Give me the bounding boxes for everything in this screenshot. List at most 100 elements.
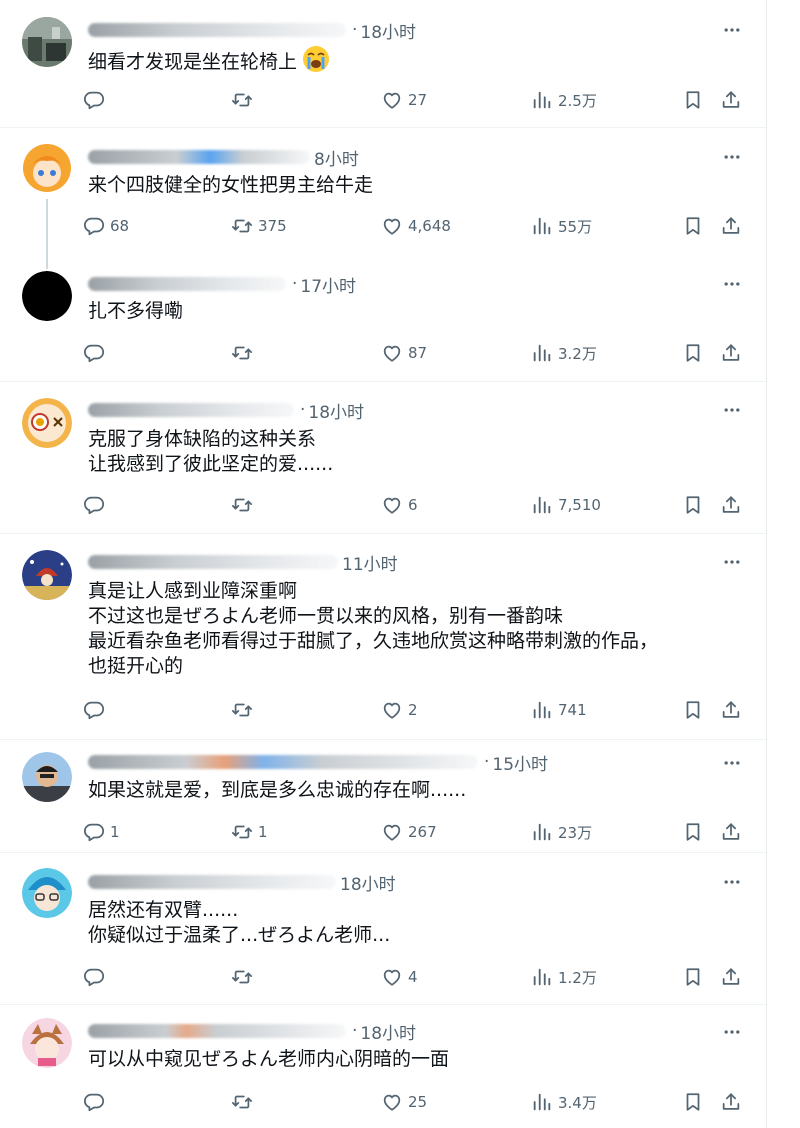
timestamp[interactable]: 18小时 — [340, 870, 396, 895]
like-button[interactable]: 2 — [381, 696, 418, 724]
reply-button[interactable] — [83, 339, 110, 367]
reply-item[interactable]: · 18小时 细看才发现是坐在轮椅上 27 2.5万 — [0, 0, 766, 128]
views-button[interactable]: 3.2万 — [531, 339, 597, 367]
timestamp[interactable]: 8小时 — [314, 145, 359, 170]
reply-text-line: 可以从中窥见ぜろよん老师内心阴暗的一面 — [88, 1048, 450, 1070]
reply-button[interactable] — [83, 491, 110, 519]
more-options-button[interactable] — [716, 872, 748, 892]
reply-button[interactable] — [83, 696, 110, 724]
reply-button[interactable]: 1 — [83, 818, 120, 846]
avatar[interactable] — [22, 271, 72, 321]
retweet-icon — [231, 821, 253, 843]
timestamp[interactable]: 18小时 — [360, 1019, 416, 1044]
reply-item[interactable]: 8小时 来个四肢健全的女性把男主给牛走 68 375 4,648 55万 — [0, 128, 766, 255]
reply-text: 细看才发现是坐在轮椅上 — [88, 44, 746, 75]
reply-text: 扎不多得嘞 — [88, 299, 746, 324]
reply-icon — [83, 215, 105, 237]
more-options-button[interactable] — [716, 274, 748, 294]
reply-item[interactable]: · 18小时 可以从中窥见ぜろよん老师内心阴暗的一面 25 3.4万 — [0, 1005, 766, 1128]
share-button[interactable] — [720, 818, 742, 846]
username-blurred[interactable] — [88, 555, 338, 569]
avatar[interactable] — [22, 752, 72, 802]
views-button[interactable]: 1.2万 — [531, 963, 597, 991]
bookmark-button[interactable] — [682, 818, 704, 846]
share-button[interactable] — [720, 86, 742, 114]
retweet-button[interactable]: 375 — [231, 212, 287, 240]
heart-icon — [381, 342, 403, 364]
like-button[interactable]: 267 — [381, 818, 437, 846]
username-blurred[interactable] — [88, 755, 478, 769]
views-button[interactable]: 55万 — [531, 212, 592, 240]
username-blurred[interactable] — [88, 1024, 346, 1038]
bookmark-button[interactable] — [682, 339, 704, 367]
username-blurred[interactable] — [88, 150, 310, 164]
action-bar: 2 741 — [83, 696, 753, 724]
action-bar: 27 2.5万 — [83, 86, 753, 114]
retweet-button[interactable] — [231, 339, 258, 367]
retweet-button[interactable] — [231, 1088, 258, 1116]
retweet-button[interactable] — [231, 696, 258, 724]
share-button[interactable] — [720, 963, 742, 991]
avatar[interactable] — [22, 1018, 72, 1068]
reply-item[interactable]: 18小时 居然还有双臂...... 你疑似过于温柔了...ぜろよん老师... 4… — [0, 853, 766, 1005]
timestamp[interactable]: 18小时 — [308, 398, 364, 423]
more-options-button[interactable] — [716, 400, 748, 420]
more-options-button[interactable] — [716, 753, 748, 773]
reply-button[interactable] — [83, 86, 110, 114]
bookmark-button[interactable] — [682, 1088, 704, 1116]
username-blurred[interactable] — [88, 23, 346, 37]
loudly-crying-face-emoji — [303, 46, 330, 72]
reply-item[interactable]: · 15小时 如果这就是爱，到底是多么忠诚的存在啊...... 1 1 267 … — [0, 740, 766, 853]
bookmark-button[interactable] — [682, 491, 704, 519]
more-options-button[interactable] — [716, 20, 748, 40]
reply-item[interactable]: · 18小时 克服了身体缺陷的这种关系 让我感到了彼此坚定的爱...... 6 … — [0, 382, 766, 534]
username-blurred[interactable] — [88, 277, 286, 291]
more-options-button[interactable] — [716, 552, 748, 572]
bookmark-icon — [682, 342, 704, 364]
like-button[interactable]: 4 — [381, 963, 418, 991]
retweet-button[interactable] — [231, 491, 258, 519]
views-button[interactable]: 23万 — [531, 818, 592, 846]
more-options-button[interactable] — [716, 147, 748, 167]
username-blurred[interactable] — [88, 403, 294, 417]
reply-button[interactable] — [83, 1088, 110, 1116]
like-button[interactable]: 87 — [381, 339, 427, 367]
bookmark-button[interactable] — [682, 86, 704, 114]
retweet-button[interactable] — [231, 963, 258, 991]
bookmark-button[interactable] — [682, 963, 704, 991]
share-button[interactable] — [720, 339, 742, 367]
share-button[interactable] — [720, 696, 742, 724]
reply-item[interactable]: · 17小时 扎不多得嘞 87 3.2万 — [0, 255, 766, 382]
share-button[interactable] — [720, 491, 742, 519]
avatar[interactable] — [22, 17, 72, 67]
reply-button[interactable]: 68 — [83, 212, 129, 240]
like-button[interactable]: 25 — [381, 1088, 427, 1116]
timestamp[interactable]: 15小时 — [492, 750, 548, 775]
avatar[interactable] — [22, 550, 72, 600]
more-options-button[interactable] — [716, 1022, 748, 1042]
views-button[interactable]: 741 — [531, 696, 587, 724]
reply-item[interactable]: 11小时 真是让人感到业障深重啊 不过这也是ぜろよん老师一贯以来的风格，别有一番… — [0, 534, 766, 740]
avatar[interactable] — [22, 143, 72, 193]
views-button[interactable]: 2.5万 — [531, 86, 597, 114]
like-button[interactable]: 6 — [381, 491, 418, 519]
reply-button[interactable] — [83, 963, 110, 991]
bar-chart-icon — [531, 699, 553, 721]
like-button[interactable]: 27 — [381, 86, 427, 114]
timestamp[interactable]: 11小时 — [342, 550, 398, 575]
views-button[interactable]: 7,510 — [531, 491, 601, 519]
views-button[interactable]: 3.4万 — [531, 1088, 597, 1116]
username-blurred[interactable] — [88, 875, 336, 889]
retweet-button[interactable]: 1 — [231, 818, 268, 846]
share-button[interactable] — [720, 1088, 742, 1116]
bookmark-button[interactable] — [682, 696, 704, 724]
reply-text-line: 来个四肢健全的女性把男主给牛走 — [88, 174, 374, 196]
bookmark-button[interactable] — [682, 212, 704, 240]
retweet-button[interactable] — [231, 86, 258, 114]
avatar[interactable] — [22, 398, 72, 448]
share-button[interactable] — [720, 212, 742, 240]
like-button[interactable]: 4,648 — [381, 212, 451, 240]
timestamp[interactable]: 18小时 — [360, 18, 416, 43]
timestamp[interactable]: 17小时 — [300, 272, 356, 297]
avatar[interactable] — [22, 868, 72, 918]
